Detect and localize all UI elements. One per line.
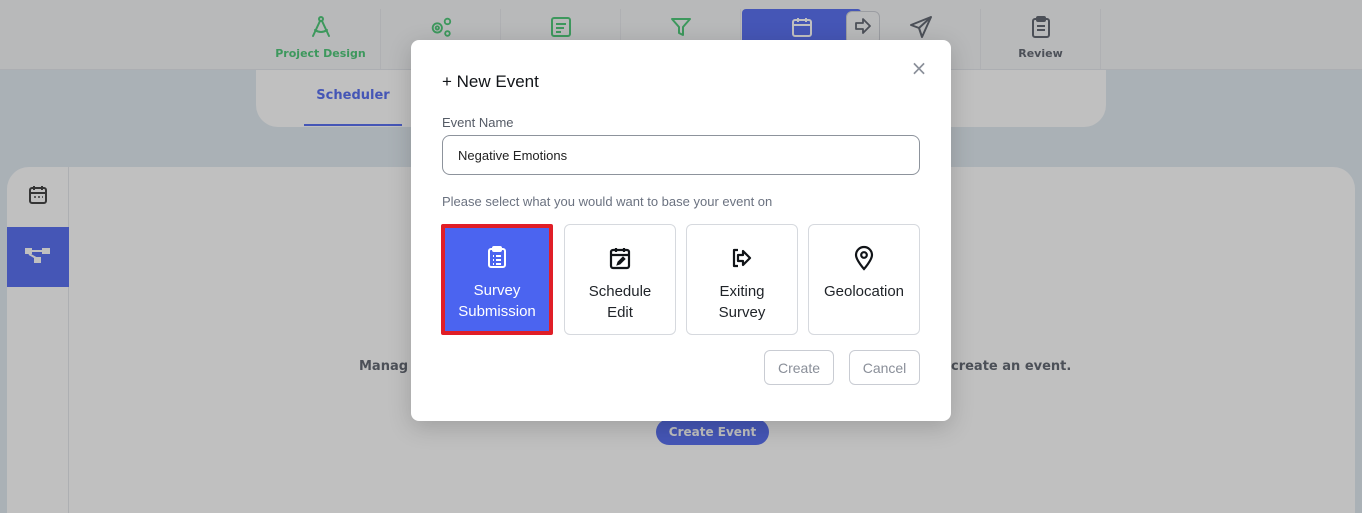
event-name-input[interactable] bbox=[442, 135, 920, 175]
option-survey-submission[interactable]: Survey Submission bbox=[441, 224, 553, 335]
create-button[interactable]: Create bbox=[764, 350, 834, 385]
option-label: Schedule Edit bbox=[588, 283, 652, 321]
close-icon[interactable]: × bbox=[909, 58, 929, 78]
calendar-edit-icon bbox=[607, 245, 633, 271]
option-schedule-edit[interactable]: Schedule Edit bbox=[564, 224, 676, 335]
map-pin-icon bbox=[851, 245, 877, 271]
option-label: Survey Submission bbox=[458, 282, 536, 320]
option-label: Geolocation bbox=[823, 283, 905, 300]
option-geolocation[interactable]: Geolocation bbox=[808, 224, 920, 335]
cancel-button[interactable]: Cancel bbox=[849, 350, 920, 385]
event-name-label: Event Name bbox=[442, 115, 514, 130]
exit-arrow-icon bbox=[729, 245, 755, 271]
option-label: Exiting Survey bbox=[718, 283, 766, 321]
dialog-title: + New Event bbox=[442, 72, 539, 91]
event-basis-prompt: Please select what you would want to bas… bbox=[442, 194, 773, 209]
option-exiting-survey[interactable]: Exiting Survey bbox=[686, 224, 798, 335]
new-event-dialog: + New Event × Event Name Please select w… bbox=[411, 40, 951, 421]
clipboard-list-icon bbox=[484, 244, 510, 270]
